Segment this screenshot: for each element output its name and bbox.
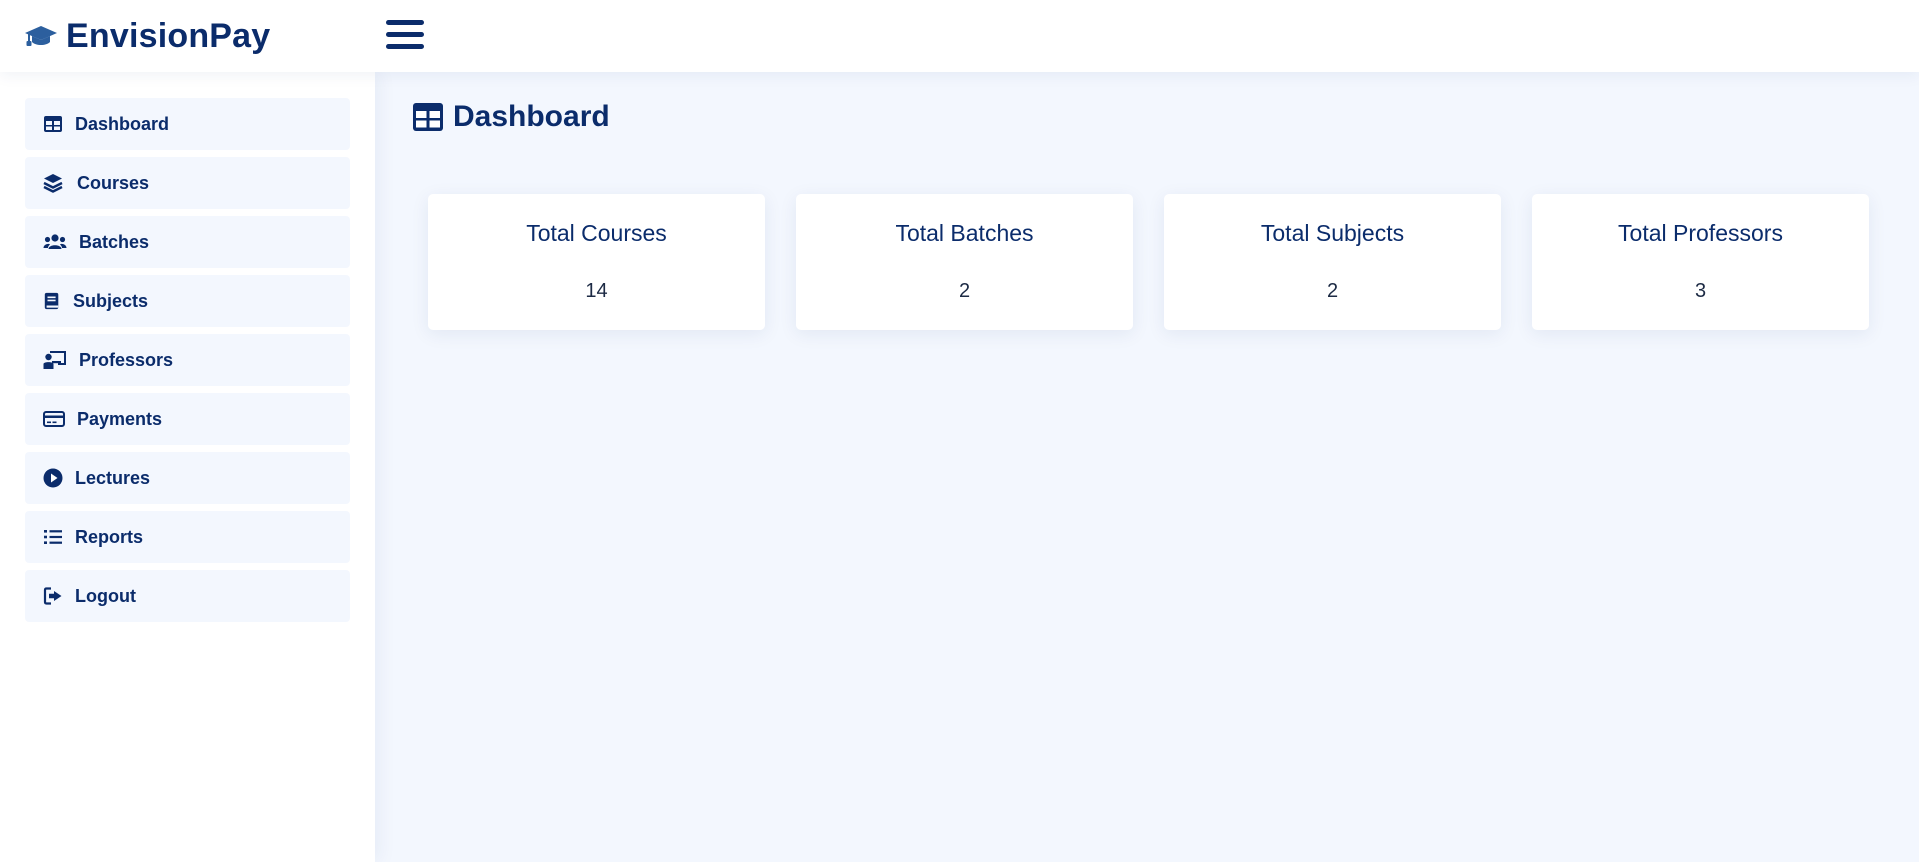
table-icon (44, 116, 62, 132)
sign-out-icon (43, 587, 62, 605)
sidebar-item-label: Lectures (75, 467, 151, 488)
stat-title: Total Courses (526, 220, 667, 246)
table-icon (413, 103, 443, 131)
chalkboard-teacher-icon (43, 351, 66, 369)
stat-title: Total Batches (895, 220, 1034, 246)
sidebar-item-label: Professors (79, 349, 174, 370)
users-icon (43, 234, 67, 249)
sidebar: Dashboard Courses Batches Subjects Profe… (0, 72, 375, 862)
sidebar-item-payments[interactable]: Payments (25, 393, 350, 445)
stat-card-professors: Total Professors 3 (1532, 194, 1869, 330)
list-icon (44, 530, 62, 544)
sidebar-item-label: Courses (77, 172, 150, 193)
brand[interactable]: EnvisionPay (24, 14, 270, 58)
layers-icon (43, 174, 63, 193)
stat-title: Total Professors (1618, 220, 1783, 246)
sidebar-item-label: Subjects (73, 290, 149, 311)
sidebar-item-lectures[interactable]: Lectures (25, 452, 350, 504)
hamburger-menu-icon[interactable] (386, 18, 424, 52)
stat-value: 3 (1694, 280, 1707, 302)
sidebar-item-batches[interactable]: Batches (25, 216, 350, 268)
sidebar-item-label: Dashboard (75, 113, 170, 134)
sidebar-item-reports[interactable]: Reports (25, 511, 350, 563)
stat-card-courses: Total Courses 14 (428, 194, 765, 330)
main-content: Dashboard Total Courses 14 Total Batches… (375, 72, 1919, 862)
stat-value: 2 (958, 280, 971, 302)
stat-card-batches: Total Batches 2 (796, 194, 1133, 330)
sidebar-item-logout[interactable]: Logout (25, 570, 350, 622)
sidebar-item-label: Payments (77, 408, 163, 429)
sidebar-item-label: Logout (75, 585, 136, 606)
page-title: Dashboard (413, 100, 610, 134)
graduation-cap-icon (25, 26, 57, 46)
stat-value: 14 (585, 280, 608, 302)
sidebar-item-professors[interactable]: Professors (25, 334, 350, 386)
top-header: EnvisionPay (0, 0, 1919, 72)
credit-card-icon (43, 411, 65, 427)
play-circle-icon (43, 468, 63, 488)
sidebar-item-label: Reports (75, 526, 144, 547)
sidebar-item-dashboard[interactable]: Dashboard (25, 98, 350, 150)
book-icon (44, 292, 59, 310)
sidebar-item-courses[interactable]: Courses (25, 157, 350, 209)
sidebar-nav: Dashboard Courses Batches Subjects Profe… (25, 98, 350, 629)
stat-card-subjects: Total Subjects 2 (1164, 194, 1501, 330)
brand-name: EnvisionPay (66, 16, 271, 55)
sidebar-item-label: Batches (79, 231, 150, 252)
page-title-text: Dashboard (453, 100, 610, 133)
stat-title: Total Subjects (1260, 220, 1405, 246)
sidebar-item-subjects[interactable]: Subjects (25, 275, 350, 327)
stat-value: 2 (1326, 280, 1339, 302)
